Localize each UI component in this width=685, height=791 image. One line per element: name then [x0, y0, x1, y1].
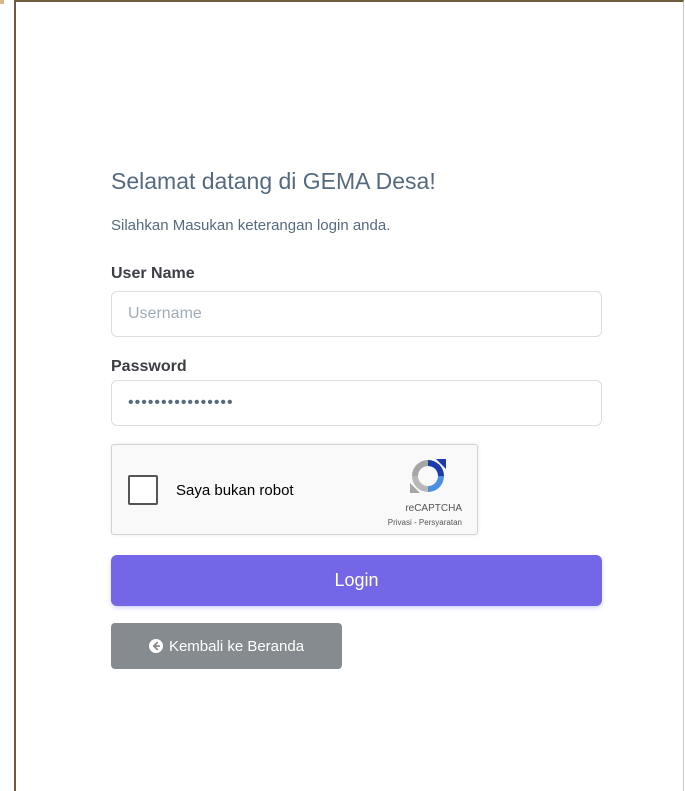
recaptcha-privacy-link[interactable]: Privasi	[388, 518, 412, 527]
login-button[interactable]: Login	[111, 555, 602, 606]
recaptcha-links: Privasi - Persyaratan	[388, 518, 462, 527]
back-to-home-button[interactable]: Kembali ke Beranda	[111, 623, 342, 669]
login-page: Selamat datang di GEMA Desa! Silahkan Ma…	[0, 0, 685, 791]
recaptcha-brand: reCAPTCHA	[405, 503, 462, 514]
arrow-left-circle-icon	[148, 639, 163, 653]
welcome-title: Selamat datang di GEMA Desa!	[111, 168, 436, 194]
recaptcha-checkbox-label: Saya bukan robot	[176, 482, 294, 499]
corner-marker	[0, 0, 4, 4]
password-input[interactable]	[111, 380, 602, 426]
recaptcha-logo-icon	[410, 459, 446, 493]
login-instructions: Silahkan Masukan keterangan login anda.	[111, 217, 391, 234]
recaptcha-link-separator: -	[411, 518, 419, 527]
recaptcha-checkbox[interactable]	[128, 475, 158, 505]
back-button-label: Kembali ke Beranda	[168, 637, 305, 655]
password-label: Password	[111, 358, 187, 375]
recaptcha-widget: Saya bukan robot reCAPTCHA Privasi - Per…	[111, 444, 478, 535]
username-input[interactable]	[111, 291, 602, 337]
recaptcha-terms-link[interactable]: Persyaratan	[419, 518, 462, 527]
username-label: User Name	[111, 265, 195, 282]
